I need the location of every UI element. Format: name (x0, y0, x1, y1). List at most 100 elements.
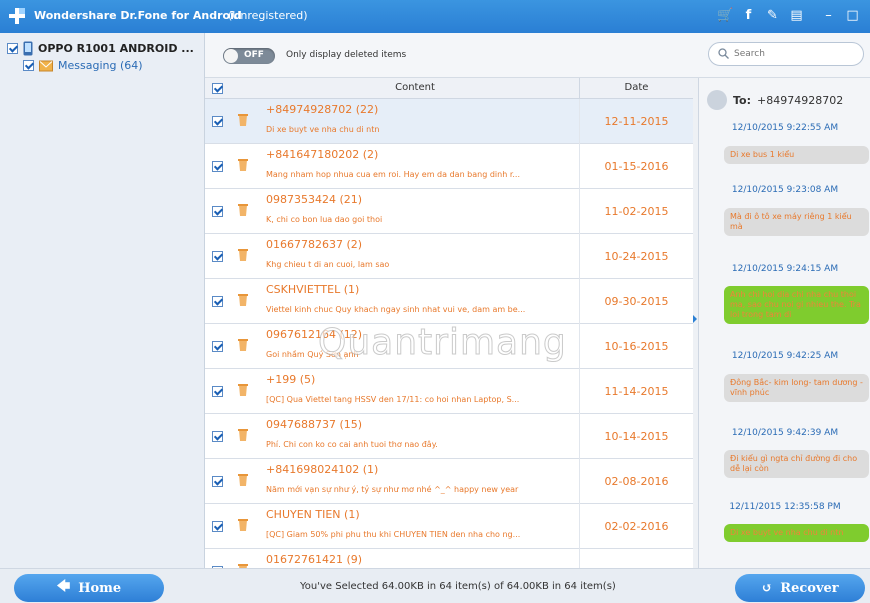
table-row[interactable]: 01672761421 (9) (205, 549, 693, 568)
table-row[interactable]: +84974928702 (22) Di xe buyt ve nha chu d… (205, 99, 693, 144)
message-bubble: Di xe buyt ve nha chu di ntn (724, 524, 869, 542)
table-row[interactable]: +841647180202 (2) Mang nham hop nhua cua … (205, 144, 693, 189)
home-button-label: Home (78, 580, 122, 596)
recipient-header: To: +84974928702 (707, 90, 843, 110)
conversation-date: 12-11-2015 (579, 99, 693, 144)
app-title: Wondershare Dr.Fone for Android (34, 9, 242, 22)
trash-icon (238, 294, 248, 306)
row-checkbox[interactable] (212, 116, 223, 127)
table-row[interactable]: 0947688737 (15) Phí. Chi con ko co cai an… (205, 414, 693, 459)
conversation-list: +84974928702 (22) Di xe buyt ve nha chu d… (205, 99, 693, 568)
row-checkbox[interactable] (212, 206, 223, 217)
message-timestamp: 12/10/2015 9:22:55 AM (731, 123, 839, 133)
conversation-preview: [QC] Giam 50% phi phu thu khi CHUYEN TIE… (266, 530, 521, 539)
trash-icon (238, 339, 248, 351)
messaging-checkbox[interactable] (23, 60, 34, 71)
search-input[interactable] (734, 47, 854, 61)
conversation-date: 10-16-2015 (579, 324, 693, 369)
toggle-state: OFF (244, 50, 264, 60)
envelope-icon (39, 60, 53, 71)
selection-status: You've Selected 64.00KB in 64 item(s) of… (300, 581, 616, 592)
table-row[interactable]: CSKHVIETTEL (1) Viettel kinh chuc Quy kha… (205, 279, 693, 324)
conversation-date: 11-02-2015 (579, 189, 693, 234)
sidebar-item-messaging[interactable]: Messaging (64) (23, 59, 143, 72)
conversation-number: +84974928702 (22) (266, 103, 379, 116)
conversation-date: 02-08-2016 (579, 459, 693, 504)
conversation-number: +841698024102 (1) (266, 463, 379, 476)
conversation-number: 0987353424 (21) (266, 193, 363, 206)
trash-icon (238, 474, 248, 486)
registration-status: (Unregistered) (228, 9, 308, 22)
trash-icon (238, 114, 248, 126)
back-arrow-icon: 🡄 (56, 579, 71, 594)
trash-icon (238, 429, 248, 441)
row-checkbox[interactable] (212, 386, 223, 397)
row-checkbox[interactable] (212, 341, 223, 352)
maximize-icon[interactable]: □ (845, 8, 860, 23)
conversation-number: 0947688737 (15) (266, 418, 363, 431)
conversation-date: 11-14-2015 (579, 369, 693, 414)
trash-icon (238, 384, 248, 396)
conversation-preview: Phí. Chi con ko co cai anh tuoi thơ nao … (266, 440, 438, 449)
deleted-items-toggle[interactable]: OFF (223, 48, 275, 64)
row-checkbox[interactable] (212, 431, 223, 442)
row-checkbox[interactable] (212, 521, 223, 532)
table-row[interactable]: 0967612164 (12) Goi nhầm Quý Sơn ạnh 10-16… (205, 324, 693, 369)
column-header-content[interactable]: Content (265, 82, 565, 93)
title-bar: Wondershare Dr.Fone for Android (Unregis… (0, 0, 870, 33)
message-detail-panel: To: +84974928702 12/10/2015 9:22:55 AM Di… (698, 78, 870, 568)
conversation-preview: Mang nham hop nhua cua em roi. Hay em da… (266, 170, 521, 179)
trash-icon (238, 204, 248, 216)
table-row[interactable]: CHUYEN TIEN (1) [QC] Giam 50% phi phu thu… (205, 504, 693, 549)
to-label: To: (733, 93, 751, 107)
row-checkbox[interactable] (212, 251, 223, 262)
device-name: OPPO R1001 ANDROID ... (38, 42, 194, 55)
recover-button-label: Recover (780, 580, 839, 596)
sidebar-item-label: Messaging (64) (58, 59, 143, 72)
message-timestamp: 12/10/2015 9:42:39 AM (731, 428, 839, 438)
facebook-icon[interactable]: f (741, 8, 756, 23)
conversation-number: CSKHVIETTEL (1) (266, 283, 360, 296)
search-box[interactable] (708, 42, 864, 66)
cart-icon[interactable]: 🛒 (717, 8, 733, 23)
minimize-icon[interactable]: – (821, 8, 836, 23)
recover-button[interactable]: ↺ Recover (735, 574, 865, 602)
message-timestamp: 12/10/2015 9:24:15 AM (731, 264, 839, 274)
message-bubble: Di xe bus 1 kiểu (724, 146, 869, 164)
list-header: Content Date (205, 78, 693, 99)
conversation-date: 01-15-2016 (579, 144, 693, 189)
conversation-date: 09-30-2015 (579, 279, 693, 324)
table-row[interactable]: 01667782637 (2) Khg chieu t di an cuoi, l… (205, 234, 693, 279)
chat-icon[interactable]: ✎ (765, 8, 780, 23)
conversation-preview: Goi nhầm Quý Sơn ạnh (266, 350, 359, 359)
phone-icon (23, 41, 33, 56)
message-bubble: Mà đi ô tô xe máy riêng 1 kiểu mà (724, 208, 869, 236)
row-checkbox[interactable] (212, 161, 223, 172)
conversation-date (579, 549, 693, 568)
trash-icon (238, 249, 248, 261)
message-timestamp: 12/10/2015 9:23:08 AM (731, 185, 839, 195)
feedback-icon[interactable]: ▤ (789, 8, 804, 23)
conversation-preview: Khg chieu t di an cuoi, lam sao (266, 260, 390, 269)
home-button[interactable]: 🡄 Home (14, 574, 164, 602)
table-row[interactable]: 0987353424 (21) K, chi co bon lua dao goi… (205, 189, 693, 234)
toggle-label: Only display deleted items (286, 50, 407, 60)
conversation-number: 01667782637 (2) (266, 238, 363, 251)
message-timestamp: 12/11/2015 12:35:58 PM (729, 502, 841, 512)
select-all-checkbox[interactable] (212, 83, 223, 94)
device-node[interactable]: OPPO R1001 ANDROID ... (7, 41, 194, 56)
conversation-number: 0967612164 (12) (266, 328, 363, 341)
conversation-preview: [QC] Qua Viettel tang HSSV den 17/11: co… (266, 395, 520, 404)
row-checkbox[interactable] (212, 476, 223, 487)
to-number: +84974928702 (757, 93, 844, 107)
bottom-bar: 🡄 Home You've Selected 64.00KB in 64 ite… (0, 568, 870, 603)
conversation-number: CHUYEN TIEN (1) (266, 508, 360, 521)
trash-icon (238, 159, 248, 171)
conversation-date: 10-14-2015 (579, 414, 693, 459)
message-bubble: Đông Bắc- kim long- tam dương - vĩnh phú… (724, 374, 869, 402)
device-checkbox[interactable] (7, 43, 18, 54)
column-header-date[interactable]: Date (579, 78, 693, 99)
table-row[interactable]: +841698024102 (1) Năm mới vạn sự như ý, t… (205, 459, 693, 504)
table-row[interactable]: +199 (5) [QC] Qua Viettel tang HSSV den 1… (205, 369, 693, 414)
row-checkbox[interactable] (212, 296, 223, 307)
